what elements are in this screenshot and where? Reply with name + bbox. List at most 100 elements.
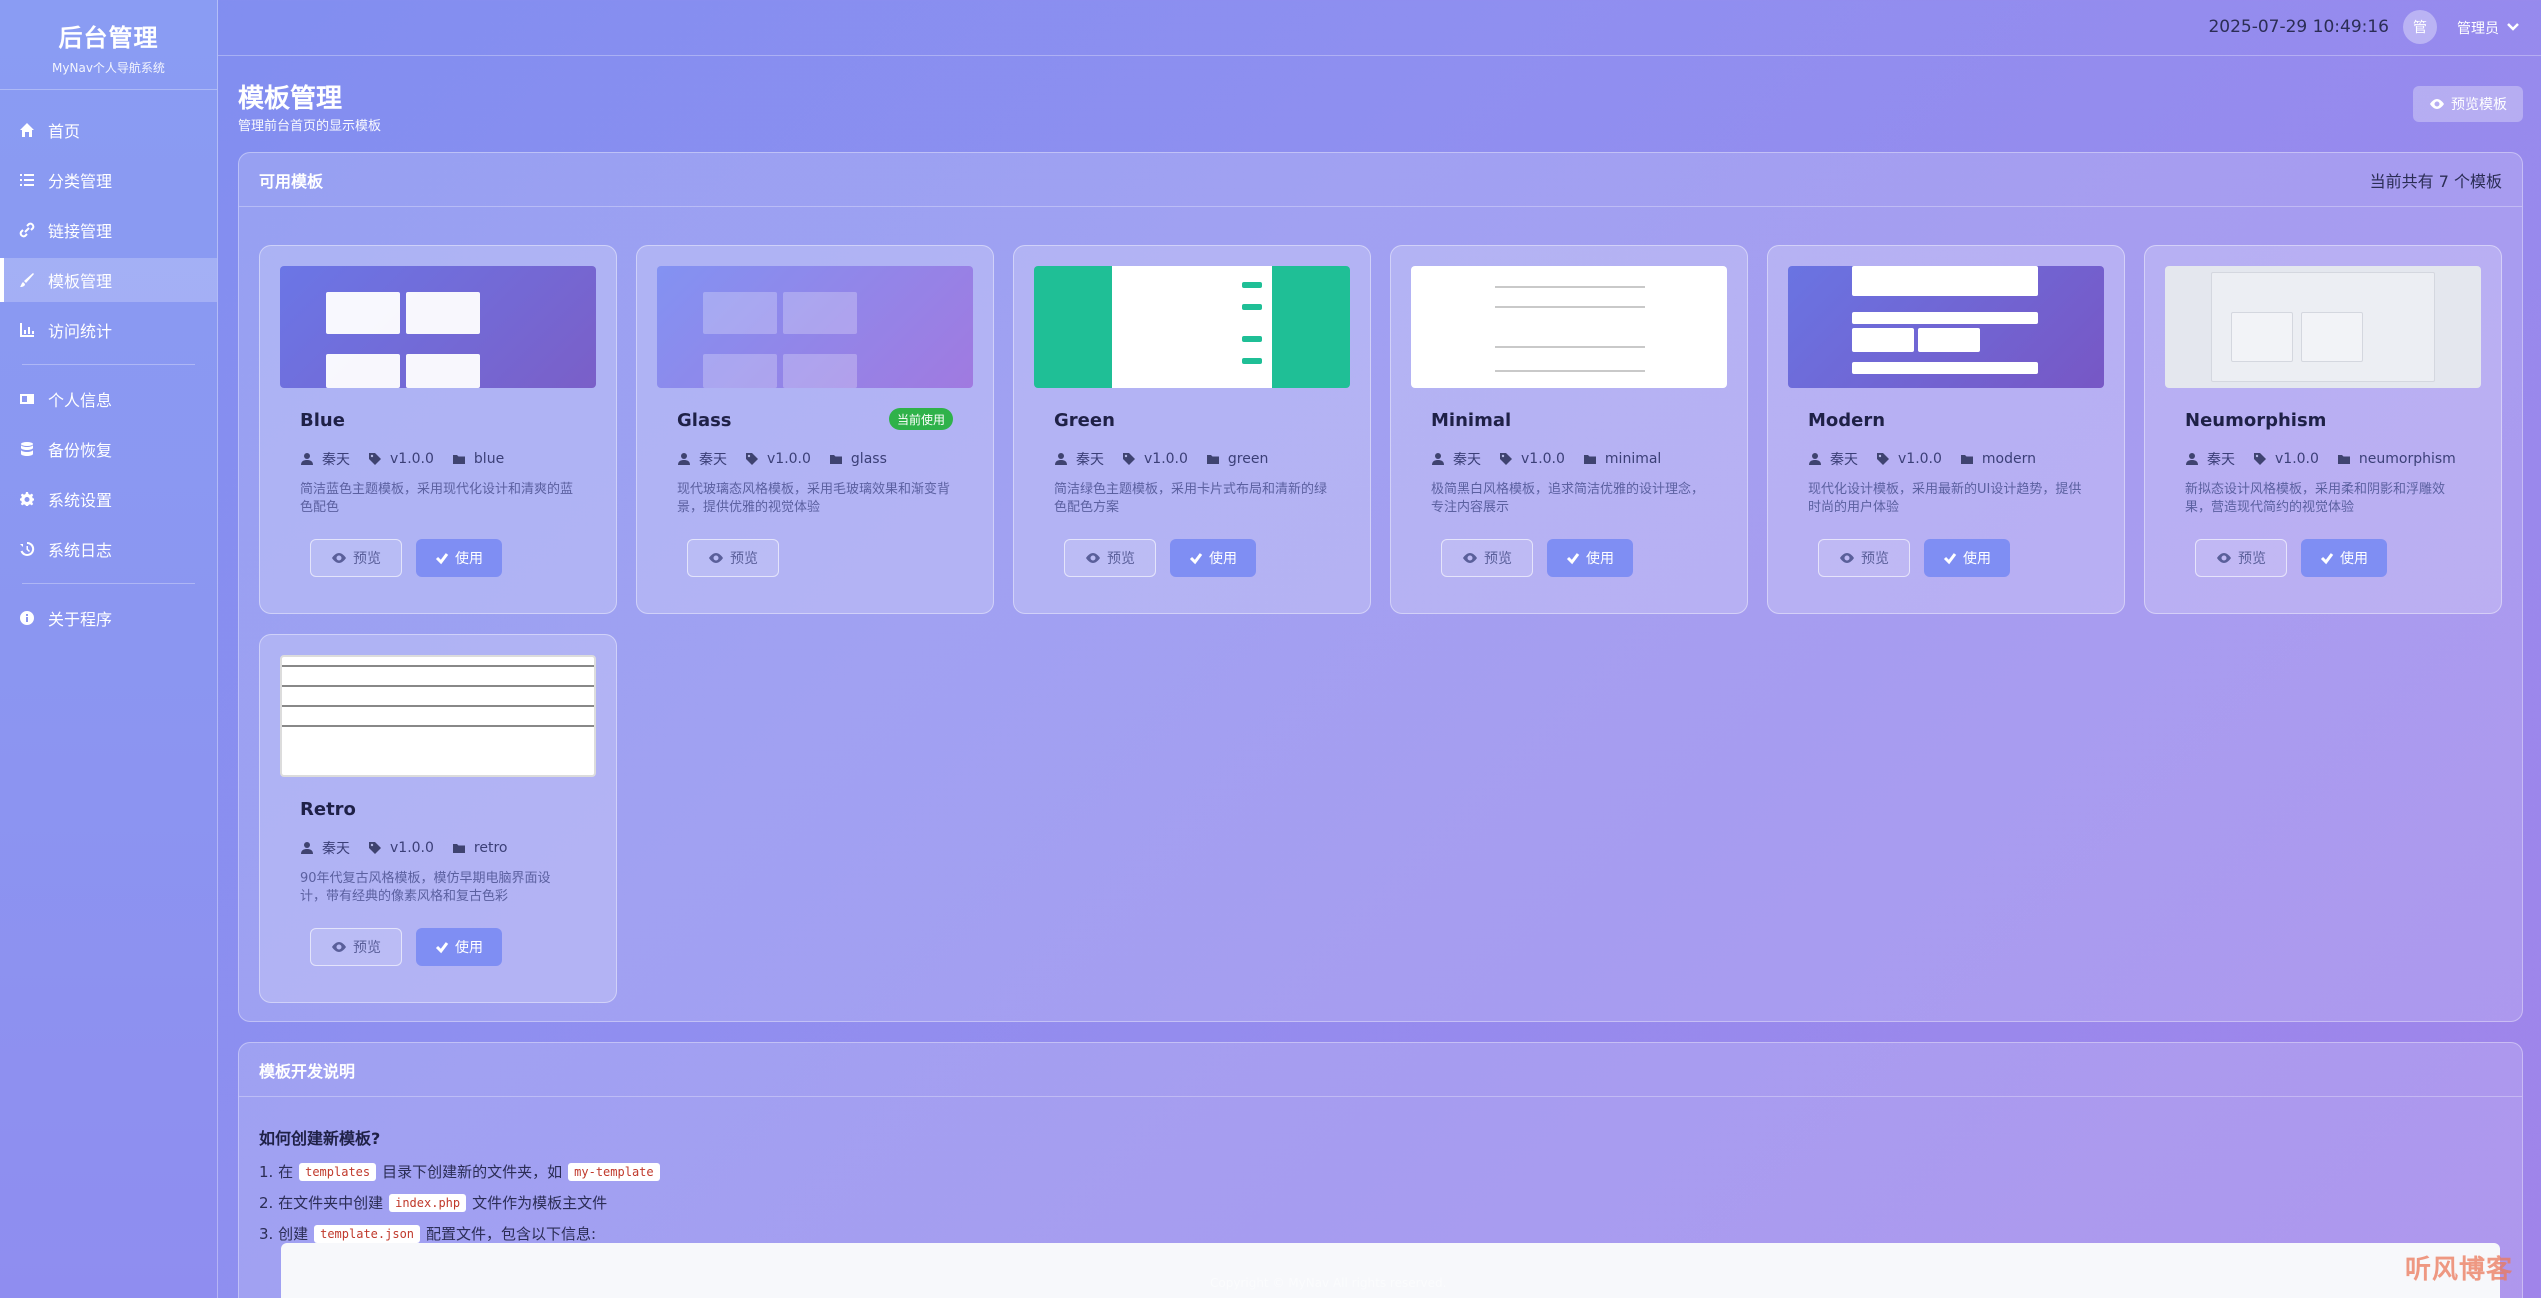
- sidebar-item-settings[interactable]: 系统设置: [0, 477, 217, 521]
- step-text: 文件作为模板主文件: [472, 1194, 608, 1212]
- template-description: 新拟态设计风格模板，采用柔和阴影和浮雕效果，营造现代简约的视觉体验: [2185, 482, 2446, 515]
- history-icon: [18, 540, 36, 558]
- eye-icon: [1462, 550, 1478, 566]
- folder-icon: [2337, 452, 2351, 466]
- sidebar-item-home[interactable]: 首页: [0, 108, 217, 152]
- preview-button[interactable]: 预览: [1441, 539, 1533, 577]
- folder-icon: [452, 452, 466, 466]
- step-text: 2. 在文件夹中创建: [259, 1194, 384, 1212]
- template-folder: minimal: [1604, 451, 1662, 467]
- template-name: Retro: [300, 799, 356, 820]
- use-button[interactable]: 使用: [1547, 539, 1633, 577]
- template-folder: green: [1227, 451, 1269, 467]
- dev-step-2: 2. 在文件夹中创建 index.php 文件作为模板主文件: [259, 1192, 2502, 1213]
- code-snippet: templates: [299, 1162, 377, 1181]
- sidebar: 后台管理 MyNav个人导航系统 首页 分类管理 链接管理 模板管理 访问统计 …: [0, 0, 218, 1298]
- template-description: 简洁蓝色主题模板，采用现代化设计和清爽的蓝色配色: [300, 482, 574, 515]
- gear-icon: [18, 490, 36, 508]
- avatar[interactable]: 管: [2403, 10, 2437, 44]
- sidebar-item-about[interactable]: 关于程序: [0, 596, 217, 640]
- sidebar-item-label: 链接管理: [48, 222, 113, 241]
- page-subtitle: 管理前台首页的显示模板: [238, 119, 382, 134]
- use-button[interactable]: 使用: [416, 928, 502, 966]
- panel-header: 可用模板 当前共有 7 个模板: [239, 153, 2522, 207]
- preview-label: 预览: [1107, 551, 1135, 567]
- eye-icon: [2429, 96, 2445, 112]
- tag-icon: [1122, 452, 1136, 466]
- preview-template-label: 预览模板: [2451, 97, 2507, 113]
- sidebar-item-links[interactable]: 链接管理: [0, 208, 217, 252]
- template-author: 秦天: [2207, 452, 2235, 468]
- sidebar-divider: [22, 583, 195, 584]
- use-button[interactable]: 使用: [416, 539, 502, 577]
- brush-icon: [18, 271, 36, 289]
- template-author: 秦天: [1453, 452, 1481, 468]
- template-author: 秦天: [322, 841, 350, 857]
- template-thumbnail: [2165, 266, 2481, 388]
- template-description: 简洁绿色主题模板，采用卡片式布局和清新的绿色配色方案: [1054, 482, 1328, 515]
- use-label: 使用: [455, 940, 483, 956]
- preview-label: 预览: [1861, 551, 1889, 567]
- step-text: 配置文件，包含以下信息:: [426, 1225, 597, 1243]
- sidebar-nav: 首页 分类管理 链接管理 模板管理 访问统计 个人信息 备份恢复 系统设置 系统…: [0, 108, 217, 640]
- sidebar-divider: [22, 364, 195, 365]
- template-version: v1.0.0: [390, 451, 434, 467]
- sidebar-item-label: 首页: [48, 122, 81, 141]
- preview-label: 预览: [730, 551, 758, 567]
- code-snippet: index.php: [389, 1193, 467, 1212]
- preview-button[interactable]: 预览: [687, 539, 779, 577]
- template-actions: 预览 使用: [1788, 539, 2104, 577]
- use-button[interactable]: 使用: [2301, 539, 2387, 577]
- use-button[interactable]: 使用: [1170, 539, 1256, 577]
- template-actions: 预览: [657, 539, 973, 577]
- template-thumbnail: [1411, 266, 1727, 388]
- eye-icon: [1085, 550, 1101, 566]
- template-actions: 预览 使用: [280, 539, 596, 577]
- template-author: 秦天: [699, 452, 727, 468]
- sidebar-item-logs[interactable]: 系统日志: [0, 527, 217, 571]
- template-version: v1.0.0: [2275, 451, 2319, 467]
- topbar: 2025-07-29 10:49:16 管 管理员: [218, 0, 2541, 56]
- check-icon: [2320, 551, 2334, 565]
- page-title: 模板管理: [238, 84, 343, 114]
- id-card-icon: [18, 390, 36, 408]
- preview-button[interactable]: 预览: [310, 928, 402, 966]
- template-grid: Blue 秦天 v1.0.0 blue 简洁蓝色主题模板，采用现代化设计和清爽的蓝色配色…: [259, 245, 2502, 1003]
- sidebar-item-backup[interactable]: 备份恢复: [0, 427, 217, 471]
- sidebar-item-categories[interactable]: 分类管理: [0, 158, 217, 202]
- preview-label: 预览: [2238, 551, 2266, 567]
- template-name: Neumorphism: [2185, 410, 2327, 431]
- template-card-glass: 当前使用 Glass 秦天 v1.0.0 glass 现代玻璃态风格模板，采用毛玻璃效果和…: [636, 245, 994, 614]
- user-icon: [1054, 452, 1068, 466]
- sidebar-item-label: 备份恢复: [48, 441, 113, 460]
- chevron-down-icon[interactable]: [2505, 18, 2521, 34]
- use-button[interactable]: 使用: [1924, 539, 2010, 577]
- database-icon: [18, 440, 36, 458]
- user-name[interactable]: 管理员: [2457, 18, 2499, 38]
- preview-template-button[interactable]: 预览模板: [2413, 86, 2523, 122]
- user-icon: [300, 841, 314, 855]
- preview-button[interactable]: 预览: [1064, 539, 1156, 577]
- template-description: 现代化设计模板，采用最新的UI设计趋势，提供时尚的用户体验: [1808, 482, 2082, 515]
- code-snippet: template.json: [314, 1224, 421, 1243]
- template-count: 当前共有 7 个模板: [2369, 171, 2502, 191]
- template-card-modern: Modern 秦天 v1.0.0 modern 现代化设计模板，采用最新的UI设计趋势，…: [1767, 245, 2125, 614]
- template-thumbnail: [1788, 266, 2104, 388]
- preview-button[interactable]: 预览: [2195, 539, 2287, 577]
- step-text: 目录下创建新的文件夹，如: [382, 1163, 563, 1181]
- brand-title: 后台管理: [58, 24, 159, 52]
- template-version: v1.0.0: [390, 840, 434, 856]
- sidebar-item-stats[interactable]: 访问统计: [0, 308, 217, 352]
- preview-button[interactable]: 预览: [1818, 539, 1910, 577]
- tag-icon: [1499, 452, 1513, 466]
- template-card-neumorphism: Neumorphism 秦天 v1.0.0 neumorphism 新拟态设计风格模板，…: [2144, 245, 2502, 614]
- check-icon: [1566, 551, 1580, 565]
- tag-icon: [1876, 452, 1890, 466]
- home-icon: [18, 121, 36, 139]
- templates-panel: 可用模板 当前共有 7 个模板 Blue 秦天 v1.0.0 blue 简洁蓝色主题模板…: [238, 152, 2523, 1022]
- sidebar-item-label: 系统设置: [48, 491, 113, 510]
- sidebar-item-profile[interactable]: 个人信息: [0, 377, 217, 421]
- preview-button[interactable]: 预览: [310, 539, 402, 577]
- template-description: 极简黑白风格模板，追求简洁优雅的设计理念，专注内容展示: [1431, 482, 1705, 515]
- sidebar-item-templates[interactable]: 模板管理: [0, 258, 217, 302]
